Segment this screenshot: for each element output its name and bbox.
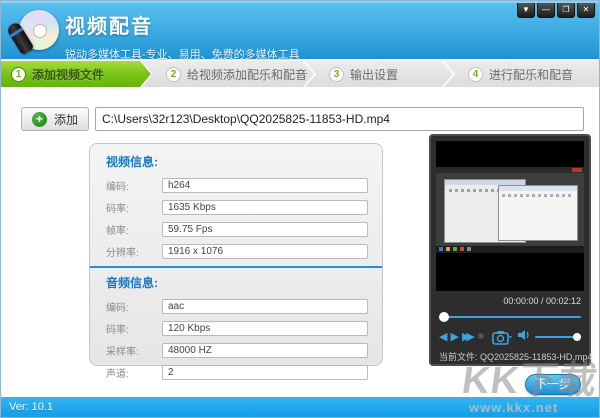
app-window: 视频配音 锐动多媒体工具-专业、易用、免费的多媒体工具 ▼ — ❐ ✕ 1 添加…: [0, 0, 600, 418]
title-bar: 视频配音 锐动多媒体工具-专业、易用、免费的多媒体工具 ▼ — ❐ ✕: [1, 1, 599, 61]
audio-samplerate-value: 48000 HZ: [162, 343, 368, 358]
volume-slider[interactable]: [534, 333, 581, 341]
video-bitrate-row: 码率: 1635 Kbps: [106, 200, 368, 215]
audio-codec-row: 编码: aac: [106, 299, 368, 314]
video-bitrate-value: 1635 Kbps: [162, 200, 368, 215]
status-bar: Ver: 10.1: [1, 397, 599, 417]
close-icon[interactable]: ✕: [577, 3, 595, 18]
step-output-settings[interactable]: 3 输出设置: [305, 61, 453, 87]
video-framerate-value: 59.75 Fps: [162, 222, 368, 237]
minimize-icon[interactable]: —: [537, 3, 555, 18]
step-add-music[interactable]: 2 给视频添加配乐和配音: [142, 61, 314, 87]
video-resolution-value: 1916 x 1076: [162, 244, 368, 259]
volume-thumb[interactable]: [572, 333, 581, 341]
video-preview-panel: 00:00:00 / 00:02:12 ◀ ▶ ▶▶ ■ 当前文件: QQ202…: [429, 134, 593, 366]
step-add-video[interactable]: 1 添加视频文件: [1, 61, 151, 87]
video-codec-value: h264: [162, 178, 368, 193]
audio-bitrate-value: 120 Kbps: [162, 321, 368, 336]
step-number: 3: [329, 67, 344, 82]
step-number: 1: [11, 67, 26, 82]
fast-forward-icon[interactable]: ▶▶: [462, 329, 475, 345]
video-info-header: 视频信息:: [106, 155, 158, 169]
maximize-icon[interactable]: ❐: [557, 3, 575, 18]
app-title: 视频配音: [65, 16, 153, 38]
step-number: 2: [166, 67, 181, 82]
current-file-label: 当前文件: QQ2025825-11853-HD.mp4: [439, 352, 593, 362]
window-controls: ▼ — ❐ ✕: [517, 3, 595, 18]
playback-controls: ◀ ▶ ▶▶ ■: [439, 328, 585, 346]
audio-info-header: 音频信息:: [106, 276, 158, 290]
video-framerate-row: 帧率: 59.75 Fps: [106, 222, 368, 237]
audio-channels-row: 声道: 2: [106, 365, 368, 380]
volume-icon[interactable]: [517, 328, 531, 346]
app-logo-icon: [5, 8, 59, 56]
step-label: 进行配乐和配音: [489, 67, 574, 82]
version-label: Ver: 10.1: [9, 401, 54, 413]
audio-bitrate-row: 码率: 120 Kbps: [106, 321, 368, 336]
seek-thumb[interactable]: [439, 312, 449, 322]
media-info-panel: 视频信息: 编码: h264 码率: 1635 Kbps 帧率: 59.75 F…: [89, 143, 383, 380]
video-codec-row: 编码: h264: [106, 178, 368, 193]
video-resolution-row: 分辨率: 1916 x 1076: [106, 244, 368, 259]
step-label: 输出设置: [350, 67, 399, 82]
audio-codec-value: aac: [162, 299, 368, 314]
add-button-label: 添加: [53, 112, 78, 127]
step-number: 4: [468, 66, 483, 82]
video-frame-thumbnail: [436, 167, 584, 253]
snapshot-camera-icon[interactable]: [492, 330, 512, 345]
rewind-icon[interactable]: ◀: [439, 329, 447, 345]
step-perform-dubbing[interactable]: 4 进行配乐和配音: [444, 61, 599, 87]
playback-time: 00:00:00 / 00:02:12: [503, 296, 581, 306]
file-path-input[interactable]: [95, 107, 584, 131]
add-file-button[interactable]: + 添加: [21, 107, 89, 131]
step-label: 添加视频文件: [32, 67, 105, 82]
play-icon[interactable]: ▶: [450, 329, 458, 345]
audio-samplerate-row: 采样率: 48000 HZ: [106, 343, 368, 358]
seek-bar[interactable]: [439, 312, 581, 322]
next-step-button[interactable]: 下一步: [525, 374, 581, 395]
video-viewport[interactable]: [436, 141, 584, 291]
stop-icon[interactable]: ■: [478, 329, 484, 345]
menu-icon[interactable]: ▼: [517, 3, 535, 18]
section-divider: [90, 266, 382, 268]
audio-channels-value: 2: [162, 365, 368, 380]
wizard-steps: 1 添加视频文件 2 给视频添加配乐和配音 3 输出设置 4 进行配乐和配音: [1, 61, 599, 87]
app-subtitle: 锐动多媒体工具-专业、易用、免费的多媒体工具: [65, 49, 300, 61]
step-label: 给视频添加配乐和配音: [187, 67, 308, 82]
plus-icon: +: [31, 111, 47, 127]
